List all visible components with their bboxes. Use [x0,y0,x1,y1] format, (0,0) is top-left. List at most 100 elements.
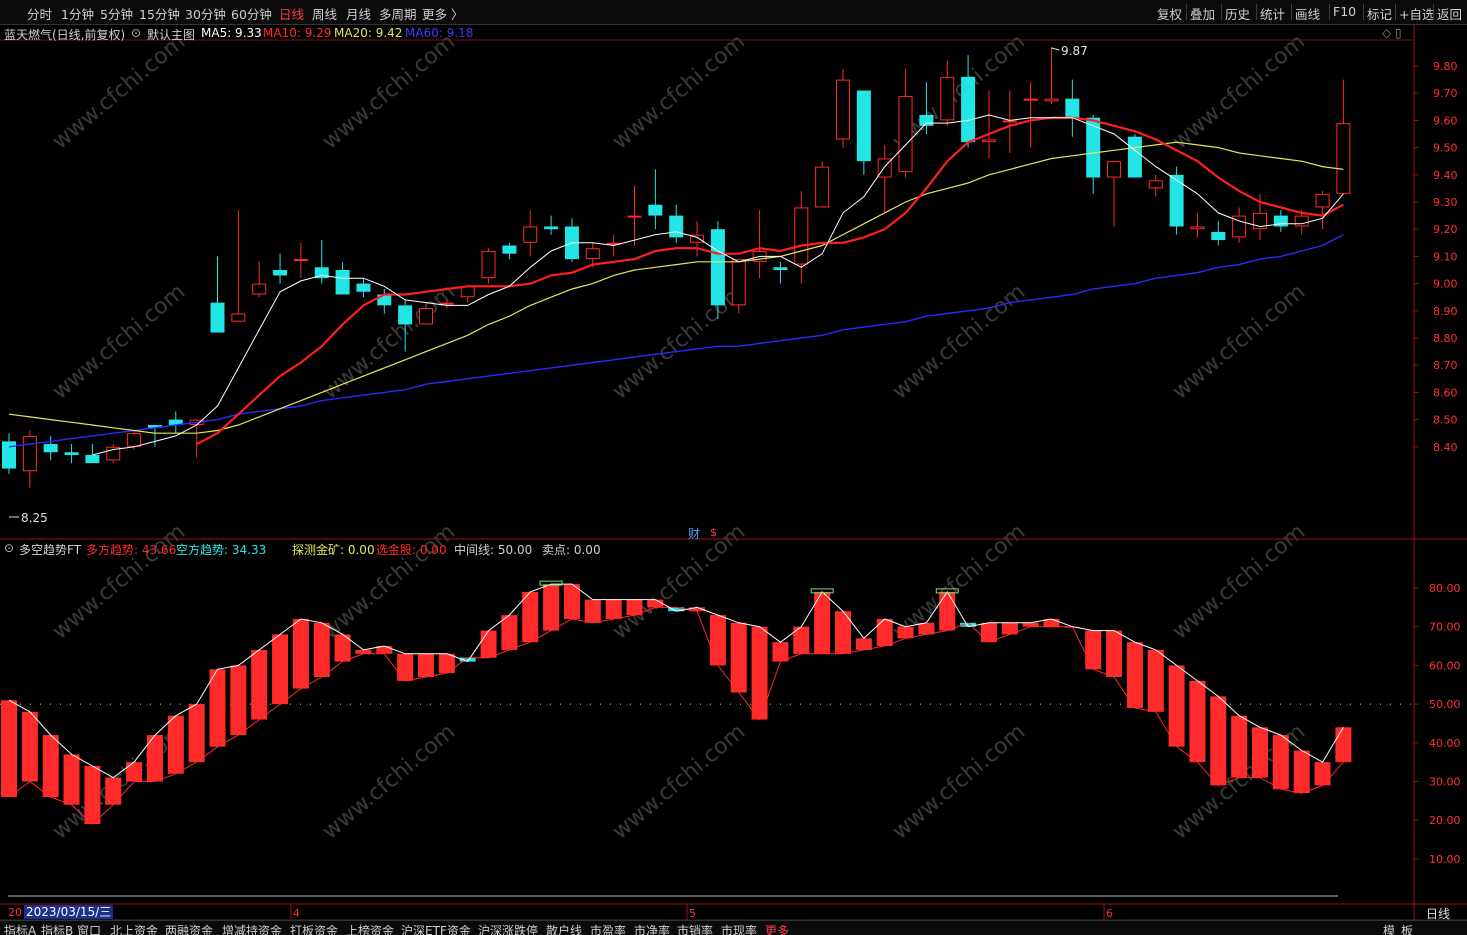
watermark-text: www.cfchi.com [1168,29,1310,154]
candle-body-up [815,166,830,208]
indicator-name[interactable]: 多空趋势FT [19,541,81,558]
candle-body-up [1023,98,1038,101]
period-tab-9[interactable]: 多周期 [379,4,417,23]
toolbar-button-2[interactable]: 历史 [1225,4,1250,23]
indicator-tab-0[interactable]: 指标A [4,922,36,935]
candle-body-down [502,245,517,254]
toolbar-button-0[interactable]: 复权 [1157,4,1182,23]
candle-body-down [919,114,934,126]
indicator-tab-15[interactable]: 更多 [765,922,789,935]
probe-readout: 探测金矿: 0.00 [292,543,375,557]
watermark-text: www.cfchi.com [888,719,1030,844]
indicator-tab-11[interactable]: 市盈率 [590,922,626,935]
stock-title[interactable]: 蓝天燃气(日线,前复权) [4,26,125,43]
dividend-icon[interactable]: $ [710,526,717,539]
trend-tick-label: 10.00 [1429,853,1461,866]
indicator-tab-14[interactable]: 市现率 [721,922,757,935]
indicator-tab-3[interactable]: 北上资金 [110,922,158,935]
candle-body-down [43,444,58,453]
price-tick-label: 8.60 [1433,386,1458,399]
toolbar-button-7[interactable]: +自选 [1399,4,1434,23]
period-tab-2[interactable]: 5分钟 [100,4,133,23]
trend-bar-up [418,653,434,678]
toolbar-button-4[interactable]: 画线 [1295,4,1320,23]
ma20-readout: MA20: 9.42 [334,26,403,40]
price-tick-label: 9.50 [1433,142,1458,155]
candle-body-up [1190,226,1205,230]
template-toggle-icon[interactable]: ⊙ [131,26,141,40]
indicator-tab-7[interactable]: 上榜资金 [346,922,394,935]
trend-bar-up [1022,622,1039,627]
trend-bar-up [397,653,414,681]
template-name[interactable]: 默认主图 [147,26,195,43]
toolbar-button-1[interactable]: 叠加 [1190,4,1215,23]
price-tick-label: 8.70 [1433,359,1458,372]
template-tab-0[interactable]: 模 [1383,922,1395,935]
indicator-tab-4[interactable]: 两融资金 [165,922,213,935]
price-tick-label: 9.20 [1433,223,1458,236]
period-tab-8[interactable]: 月线 [346,4,371,23]
indicator-tab-12[interactable]: 市净率 [634,922,670,935]
indicator-tab-13[interactable]: 市销率 [677,922,713,935]
indicator-tab-10[interactable]: 散户线 [546,922,582,935]
indicator-tab-6[interactable]: 打板资金 [290,922,338,935]
toolbar-button-8[interactable]: 返回 [1437,4,1462,23]
trend-bar-up [21,711,38,782]
toolbar-separator [1363,4,1364,20]
finance-badge[interactable]: 财 [688,525,700,542]
candle-body-up [481,250,496,279]
candle-body-up [1336,123,1351,194]
watermark-text: www.cfchi.com [1168,519,1310,644]
trend-bar-up [584,599,601,623]
trend-bar-up [918,622,935,635]
period-tab-0[interactable]: 分时 [27,4,52,23]
toolbar-button-3[interactable]: 统计 [1260,4,1285,23]
trend-bar-up [939,591,956,631]
period-tab-7[interactable]: 周线 [312,4,337,23]
watermark-text: www.cfchi.com [318,719,460,844]
price-tick-label: 9.40 [1433,169,1458,182]
period-tab-5[interactable]: 60分钟 [231,4,272,23]
period-tab-10[interactable]: 更多 〉 [422,4,463,23]
candle-body-down [669,215,684,238]
trend-bar-up [1168,665,1185,747]
candle-body-down [710,229,725,306]
trend-bar-up [772,642,789,662]
period-tab-1[interactable]: 1分钟 [61,4,94,23]
price-tick-label: 8.40 [1433,441,1458,454]
panel-toggle-icon[interactable]: ◇ ▯ [1382,26,1402,40]
template-tab-1[interactable]: 板 [1401,922,1413,935]
candle-body-up [1315,193,1330,208]
trend-bar-up [980,622,997,643]
period-tab-4[interactable]: 30分钟 [185,4,226,23]
toolbar-separator [1291,4,1292,20]
trend-bar-up [1126,642,1143,708]
trend-tick-label: 50.00 [1429,698,1461,711]
indicator-tab-2[interactable]: 窗口 [77,922,101,935]
candle-body-down [1169,174,1184,227]
trend-bar-up [292,618,309,689]
indicator-toggle-icon[interactable]: ⊙ [4,541,14,555]
candle-body-up [1107,161,1122,178]
watermark-text: www.cfchi.com [318,29,460,154]
long-trend-readout: 多方趋势: 43.66 [86,543,177,557]
indicator-tab-5[interactable]: 增减持资金 [222,922,282,935]
high-price-label: 9.87 [1061,44,1088,58]
period-tab-3[interactable]: 15分钟 [139,4,180,23]
trend-bar-up [167,715,184,774]
toolbar-button-6[interactable]: 标记 [1367,4,1392,23]
candle-body-down [85,454,100,464]
low-price-label: 8.25 [21,511,48,525]
period-tab-6[interactable]: 日线 [279,4,304,23]
toolbar-separator [1221,4,1222,20]
indicator-tab-9[interactable]: 沪深涨跌停 [478,922,538,935]
candle-body-up [523,226,538,243]
candle-body-up [1002,120,1017,123]
candle-body-down [1211,231,1226,241]
toolbar-separator [1395,4,1396,20]
indicator-tab-1[interactable]: 指标B [41,922,73,935]
toolbar-button-5[interactable]: F10 [1333,4,1356,19]
indicator-tab-8[interactable]: 沪深ETF资金 [401,922,471,935]
trend-bar-up [501,615,518,650]
trend-bar-up [42,735,59,797]
